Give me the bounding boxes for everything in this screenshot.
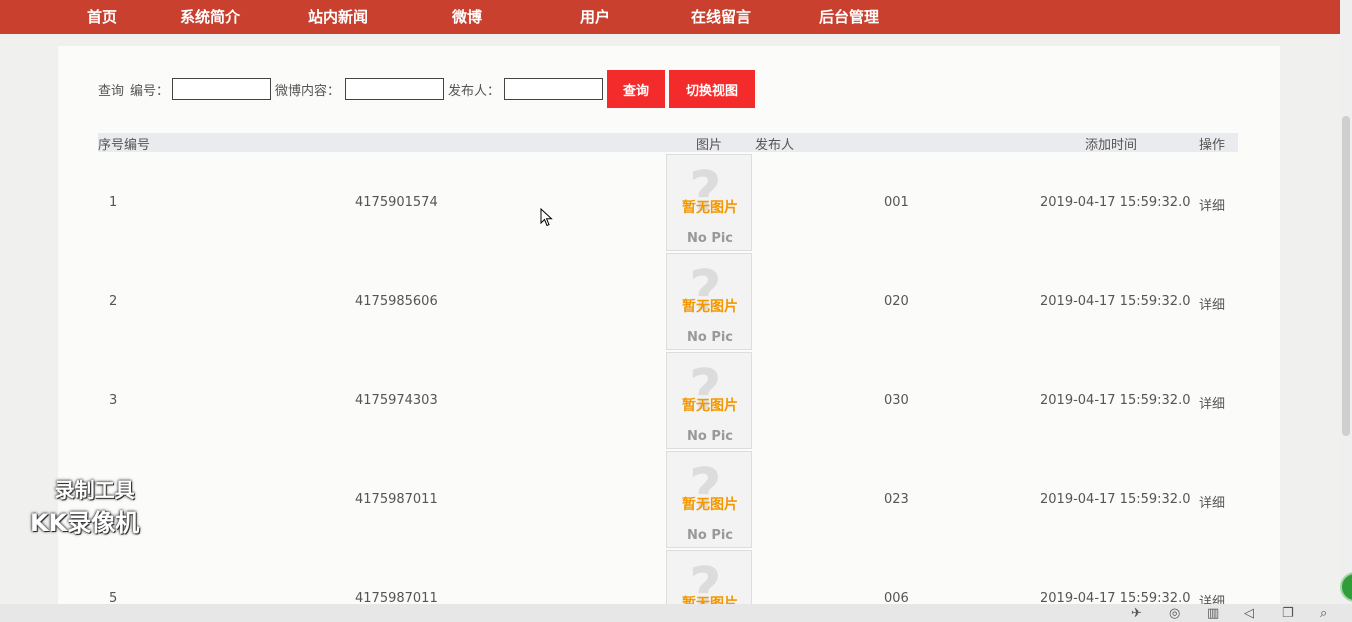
row-time: 2019-04-17 15:59:32.0: [1040, 195, 1191, 210]
table-header: 序号编号 图片 发布人 添加时间 操作: [98, 133, 1238, 153]
table-row: 1 4175901574 ? 暂无图片 No Pic 001 2019-04-1…: [98, 153, 1238, 252]
row-publisher: 030: [884, 393, 909, 408]
header-publisher: 发布人: [755, 138, 795, 153]
row-number: 4175987011: [355, 492, 438, 507]
row-publisher: 023: [884, 492, 909, 507]
row-publisher: 001: [884, 195, 909, 210]
row-time: 2019-04-17 15:59:32.0: [1040, 591, 1191, 604]
table-row: 2 4175985606 ? 暂无图片 No Pic 020 2019-04-1…: [98, 252, 1238, 351]
number-label: 编号：: [130, 84, 170, 99]
no-pic-image: ? 暂无图片 No Pic: [666, 253, 752, 350]
speaker-icon[interactable]: ◁: [1244, 606, 1254, 621]
switch-view-button[interactable]: 切换视图: [669, 70, 755, 108]
nav-item-admin[interactable]: 后台管理: [819, 6, 879, 27]
watermark-line2: KK录像机: [30, 509, 140, 537]
row-number: 4175987011: [355, 591, 438, 604]
trash-icon[interactable]: ▥: [1207, 606, 1219, 621]
no-pic-image: ? 暂无图片 No Pic: [666, 154, 752, 251]
row-publisher: 020: [884, 294, 909, 309]
window-icon[interactable]: ❐: [1282, 606, 1294, 621]
nav-item-weibo[interactable]: 微博: [452, 6, 482, 27]
number-input[interactable]: [172, 78, 271, 100]
table-row: 4175987011 ? 暂无图片 No Pic 023 2019-04-17 …: [98, 450, 1238, 549]
rocket-icon[interactable]: ✈: [1131, 606, 1142, 621]
query-label: 查询: [98, 84, 125, 99]
query-button[interactable]: 查询: [607, 70, 665, 108]
row-number: 4175901574: [355, 195, 438, 210]
row-publisher: 006: [884, 591, 909, 604]
watermark-line1: 录制工具: [54, 478, 135, 502]
row-index: 2: [109, 294, 118, 309]
nav-item-messages[interactable]: 在线留言: [691, 6, 751, 27]
no-pic-text: 暂无图片: [682, 299, 738, 315]
row-index: 5: [109, 591, 118, 604]
publisher-label: 发布人：: [448, 84, 501, 99]
browser-icon[interactable]: ◎: [1169, 606, 1180, 621]
no-pic-image: ? 暂无图片 No Pic: [666, 451, 752, 548]
top-navigation: 首页 系统简介 站内新闻 微博 用户 在线留言 后台管理: [0, 0, 1340, 34]
page-scrollbar[interactable]: [1340, 0, 1352, 604]
row-time: 2019-04-17 15:59:32.0: [1040, 492, 1191, 507]
no-pic-image: ? 暂无图片 No Pic: [666, 550, 752, 604]
no-pic-text: 暂无图片: [682, 497, 738, 513]
row-time: 2019-04-17 15:59:32.0: [1040, 393, 1191, 408]
row-number: 4175974303: [355, 393, 438, 408]
no-pic-text: 暂无图片: [682, 398, 738, 414]
mouse-cursor-icon: [540, 208, 553, 227]
no-pic-english: No Pic: [686, 429, 734, 444]
nav-item-users[interactable]: 用户: [580, 6, 610, 27]
nav-item-home[interactable]: 首页: [87, 6, 117, 27]
nav-item-news[interactable]: 站内新闻: [308, 6, 368, 27]
content-input[interactable]: [345, 78, 444, 100]
content-label: 微博内容：: [275, 84, 341, 99]
table-row: 3 4175974303 ? 暂无图片 No Pic 030 2019-04-1…: [98, 351, 1238, 450]
detail-link[interactable]: 详细: [1199, 591, 1225, 604]
table-row: 5 4175987011 ? 暂无图片 No Pic 006 2019-04-1…: [98, 549, 1238, 604]
no-pic-english: No Pic: [686, 528, 734, 543]
row-index: 1: [109, 195, 118, 210]
detail-link[interactable]: 详细: [1199, 195, 1225, 214]
scrollbar-thumb[interactable]: [1342, 116, 1350, 436]
no-pic-image: ? 暂无图片 No Pic: [666, 352, 752, 449]
bottom-toolbar: ✈ ◎ ▥ ◁ ❐ ⌕: [0, 604, 1352, 622]
row-index: 3: [109, 393, 118, 408]
header-action: 操作: [1199, 138, 1226, 153]
search-icon[interactable]: ⌕: [1320, 606, 1327, 621]
publisher-input[interactable]: [504, 78, 603, 100]
detail-link[interactable]: 详细: [1199, 492, 1225, 511]
header-index-number: 序号编号: [98, 138, 151, 153]
no-pic-text: 暂无图片: [682, 200, 738, 216]
nav-item-about[interactable]: 系统简介: [180, 6, 240, 27]
detail-link[interactable]: 详细: [1199, 294, 1225, 313]
header-added-time: 添加时间: [1085, 138, 1138, 153]
recorder-watermark: 录制工具 KK录像机: [30, 474, 139, 538]
no-pic-english: No Pic: [686, 330, 734, 345]
no-pic-text: 暂无图片: [682, 596, 738, 604]
header-image: 图片: [696, 138, 723, 153]
no-pic-english: No Pic: [686, 231, 734, 246]
row-number: 4175985606: [355, 294, 438, 309]
detail-link[interactable]: 详细: [1199, 393, 1225, 412]
row-time: 2019-04-17 15:59:32.0: [1040, 294, 1191, 309]
